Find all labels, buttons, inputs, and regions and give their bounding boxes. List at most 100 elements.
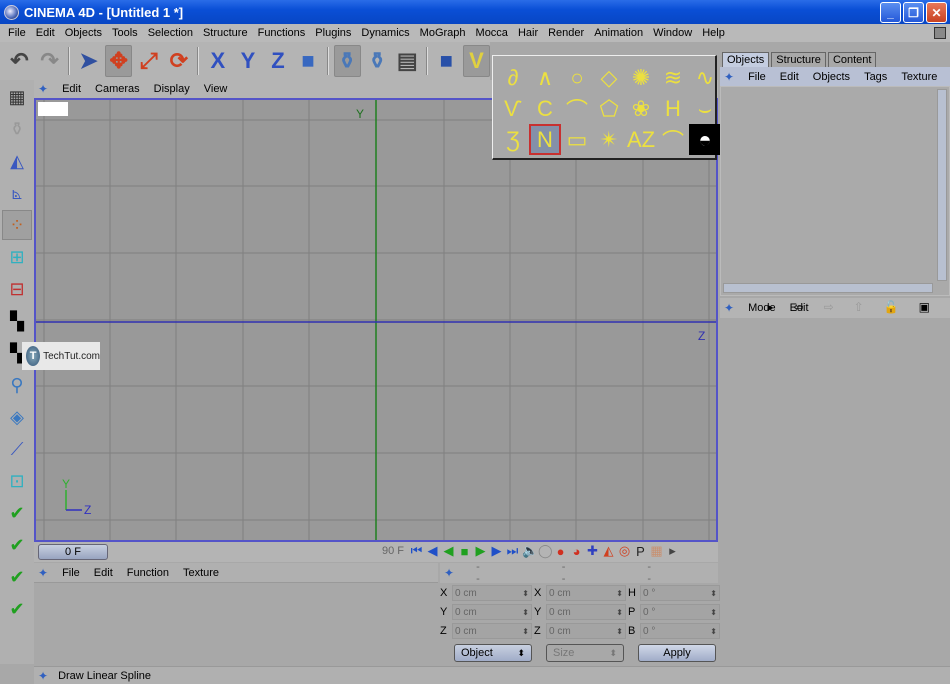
undo-icon[interactable]: ↶ (6, 45, 33, 77)
menu-animation[interactable]: Animation (594, 27, 643, 39)
current-frame-slider[interactable]: 0 F (38, 544, 108, 560)
helix-spline-icon[interactable]: ≋ (657, 62, 689, 93)
enable-axis-icon[interactable]: ✔ (2, 530, 32, 560)
menu-render[interactable]: Render (548, 27, 584, 39)
object-menu-texture[interactable]: Texture (901, 71, 937, 83)
stop-icon[interactable]: ■ (458, 544, 471, 559)
size-field[interactable]: 0 cm ⬍ (546, 604, 626, 620)
z-axis-icon[interactable]: Z (264, 45, 291, 77)
y-axis-icon[interactable]: Y (234, 45, 261, 77)
material-menu-edit[interactable]: Edit (94, 567, 113, 579)
joint-mode-icon[interactable]: ⟋ (2, 434, 32, 464)
pin-icon[interactable]: ✦ (724, 70, 734, 84)
autokey-icon[interactable]: ● (554, 544, 567, 559)
bezier-spline-icon[interactable]: ∧ (529, 62, 561, 93)
material-manager-area[interactable] (34, 583, 438, 663)
timeline-options-icon[interactable]: ▸ (666, 543, 679, 559)
texture-mode-icon[interactable]: ▚ (2, 306, 32, 336)
rotation-field[interactable]: 0 ° ⬍ (640, 623, 720, 639)
minimize-button[interactable]: _ (880, 2, 901, 23)
menu-objects[interactable]: Objects (65, 27, 102, 39)
4side-spline-icon[interactable]: ⌒ (657, 124, 689, 155)
tab-objects[interactable]: Objects (722, 52, 770, 67)
spinner-icon[interactable]: ⬍ (616, 608, 625, 617)
animation-mode-icon[interactable]: ⚲ (2, 370, 32, 400)
profile-spline-icon[interactable]: H (657, 93, 689, 124)
spinner-icon[interactable]: ⬍ (522, 627, 531, 636)
rotation-field[interactable]: 0 ° ⬍ (640, 585, 720, 601)
workplane-icon[interactable]: ◈ (2, 402, 32, 432)
viewport-menu-edit[interactable]: Edit (62, 83, 81, 95)
object-menu-tags[interactable]: Tags (864, 71, 887, 83)
record-icon[interactable]: ◯ (538, 543, 553, 559)
menu-structure[interactable]: Structure (203, 27, 248, 39)
circle-spline-icon[interactable]: ○ (561, 62, 593, 93)
contour-spline-icon[interactable]: ◓ (689, 124, 721, 155)
formula-spline-icon[interactable]: ∿ (689, 62, 721, 93)
menu-dynamics[interactable]: Dynamics (361, 27, 409, 39)
menu-help[interactable]: Help (702, 27, 725, 39)
goto-end-icon[interactable]: ⏭ (506, 543, 519, 559)
menu-functions[interactable]: Functions (258, 27, 306, 39)
nside-spline-icon[interactable]: ◇ (593, 62, 625, 93)
object-menu-file[interactable]: File (748, 71, 766, 83)
close-button[interactable]: ✕ (926, 2, 947, 23)
play-reverse-icon[interactable]: ◀ (442, 543, 455, 559)
viewport-menu-view[interactable]: View (204, 83, 228, 95)
enable-snap-icon[interactable]: ✔ (2, 498, 32, 528)
goto-start-icon[interactable]: ⏮ (410, 543, 423, 559)
tab-structure[interactable]: Structure (771, 52, 826, 67)
pin-icon[interactable]: ✦ (38, 566, 48, 580)
tweak-mode-icon[interactable]: ⊡ (2, 466, 32, 496)
expand-arrow-icon[interactable]: ▸ (767, 300, 773, 314)
enable-particles-icon[interactable]: ✔ (2, 594, 32, 624)
render-picture-viewer-icon[interactable]: ⚱ (364, 45, 391, 77)
scale-icon[interactable]: ⤢ (135, 45, 162, 77)
spinner-icon[interactable]: ⬍ (710, 608, 719, 617)
axis-mode-icon[interactable]: ⦝ (2, 178, 32, 208)
position-field[interactable]: 0 cm ⬍ (452, 623, 532, 639)
cube-icon[interactable]: ■ (433, 45, 460, 77)
cubic-spline-icon[interactable]: Ʒ (497, 124, 529, 155)
position-key-icon[interactable]: ✚ (586, 543, 599, 559)
menu-edit[interactable]: Edit (36, 27, 55, 39)
layout-icon[interactable]: ▦ (2, 82, 32, 112)
menu-tools[interactable]: Tools (112, 27, 138, 39)
coordinate-mode-select[interactable]: Object ⬍ (454, 644, 532, 662)
spinner-icon[interactable]: ⬍ (710, 589, 719, 598)
restore-button[interactable]: ❐ (903, 2, 924, 23)
x-axis-icon[interactable]: X (204, 45, 231, 77)
object-axis-mode-icon[interactable]: ◭ (2, 146, 32, 176)
rotate-icon[interactable]: ⟳ (165, 45, 192, 77)
menu-selection[interactable]: Selection (148, 27, 193, 39)
rotation-key-icon[interactable]: ◎ (618, 543, 631, 559)
horizontal-scrollbar[interactable] (723, 283, 933, 293)
star-spline-icon[interactable]: ✴ (593, 124, 625, 155)
pin-icon[interactable]: ✦ (38, 82, 48, 96)
akima-spline-icon[interactable]: C (529, 93, 561, 124)
viewport-menu-display[interactable]: Display (154, 83, 190, 95)
spinner-icon[interactable]: ⬍ (522, 608, 531, 617)
spinner-icon[interactable]: ⬍ (522, 589, 531, 598)
menu-hair[interactable]: Hair (518, 27, 538, 39)
cogwheel-spline-icon[interactable]: ✺ (625, 62, 657, 93)
vertical-scrollbar[interactable] (937, 89, 947, 281)
layout-toggle-icon[interactable] (934, 27, 946, 39)
spline-pen-icon[interactable]: V (462, 45, 491, 77)
material-menu-texture[interactable]: Texture (183, 567, 219, 579)
object-menu-edit[interactable]: Edit (780, 71, 799, 83)
lock-icon[interactable]: 🔓 (884, 300, 899, 314)
model-mode-icon[interactable]: ⚱ (2, 114, 32, 144)
prev-key-icon[interactable]: ◀ (426, 543, 439, 559)
tab-content[interactable]: Content (827, 52, 877, 67)
polygon-spline-icon[interactable]: ⬠ (593, 93, 625, 124)
material-menu-function[interactable]: Function (127, 567, 169, 579)
object-list[interactable] (720, 86, 950, 296)
pin-icon[interactable]: ✦ (724, 301, 734, 315)
linear-spline-icon[interactable]: N (529, 124, 561, 155)
menu-mocca[interactable]: Mocca (476, 27, 508, 39)
viewport-menu-cameras[interactable]: Cameras (95, 83, 140, 95)
world-coords-icon[interactable]: ■ (294, 45, 321, 77)
editor-viewport[interactable]: YZYZ (34, 98, 718, 542)
pin-icon[interactable]: ✦ (444, 566, 454, 580)
